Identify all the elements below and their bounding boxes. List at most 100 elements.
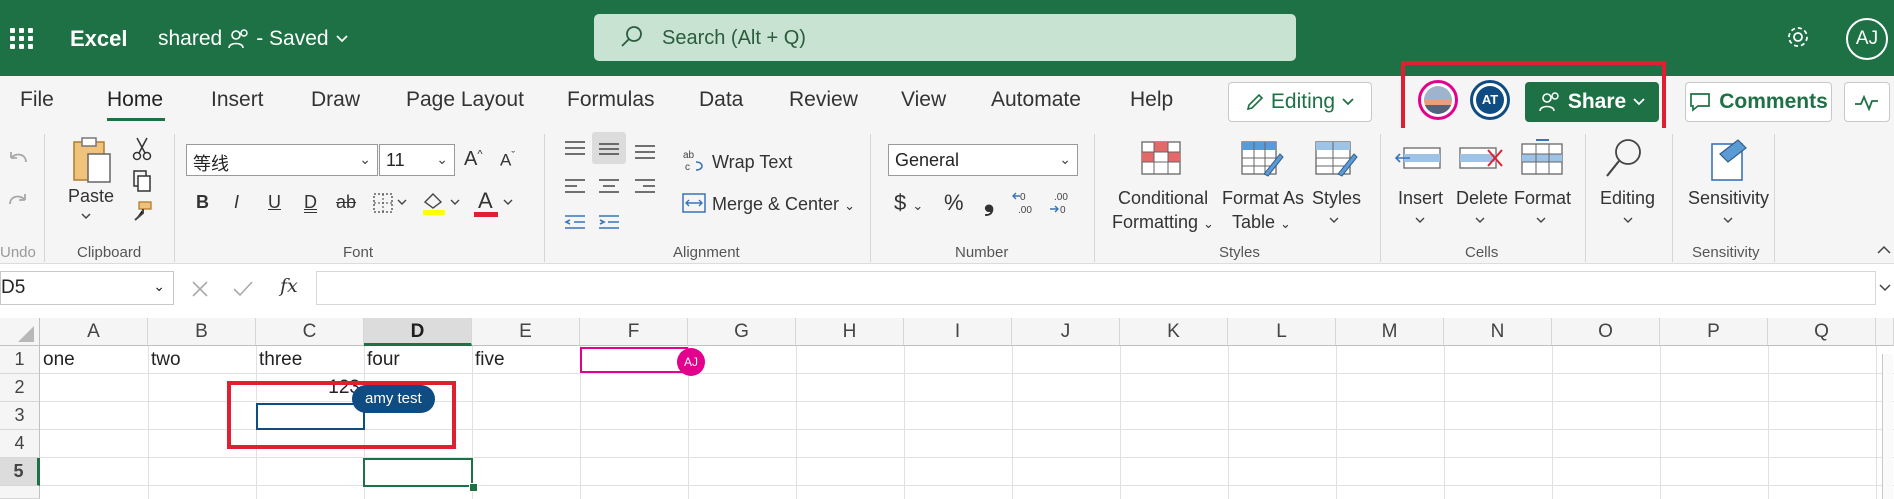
- chevron-down-icon[interactable]: [1474, 216, 1486, 226]
- fill-handle[interactable]: [469, 483, 478, 492]
- redo-icon[interactable]: [6, 190, 30, 214]
- collapse-ribbon-icon[interactable]: [1876, 244, 1892, 256]
- align-bottom-icon[interactable]: [632, 138, 658, 160]
- wrap-text-button[interactable]: Wrap Text: [712, 152, 792, 173]
- tab-formulas[interactable]: Formulas: [567, 88, 655, 112]
- confirm-entry-icon[interactable]: [232, 279, 254, 299]
- tab-file[interactable]: File: [20, 88, 54, 112]
- undo-icon[interactable]: [6, 148, 30, 172]
- name-box[interactable]: D5 ⌄: [0, 271, 174, 305]
- italic-button[interactable]: I: [234, 192, 239, 213]
- format-cells-icon[interactable]: [1520, 138, 1564, 176]
- tab-view[interactable]: View: [901, 88, 946, 112]
- font-size-select[interactable]: 11 ⌄: [379, 144, 455, 176]
- decrease-decimal-icon[interactable]: .000: [1048, 190, 1076, 216]
- tab-data[interactable]: Data: [699, 88, 743, 112]
- formula-input[interactable]: [316, 271, 1876, 305]
- comma-style-button[interactable]: ❟: [984, 186, 994, 218]
- format-cells-button[interactable]: Format: [1514, 188, 1571, 209]
- format-as-table-button[interactable]: Table ⌄: [1232, 212, 1291, 233]
- strikethrough-button[interactable]: ab: [336, 192, 356, 213]
- align-center-icon[interactable]: [596, 176, 622, 198]
- tab-draw[interactable]: Draw: [311, 88, 360, 112]
- account-avatar[interactable]: AJ: [1846, 18, 1888, 60]
- align-left-icon[interactable]: [562, 176, 588, 198]
- font-color-button[interactable]: A: [478, 188, 493, 214]
- row-header[interactable]: 4: [0, 430, 40, 458]
- cell-B1[interactable]: two: [151, 346, 181, 373]
- chevron-down-icon[interactable]: [502, 198, 514, 208]
- tab-insert[interactable]: Insert: [211, 88, 264, 112]
- search-input[interactable]: [660, 22, 1264, 54]
- underline-button[interactable]: U: [268, 192, 281, 213]
- column-header[interactable]: H: [796, 318, 904, 346]
- find-magnifier-icon[interactable]: [1604, 136, 1646, 180]
- editing-mode-button[interactable]: Editing: [1228, 82, 1372, 122]
- column-header[interactable]: E: [472, 318, 580, 346]
- column-header[interactable]: N: [1444, 318, 1552, 346]
- column-header[interactable]: M: [1336, 318, 1444, 346]
- merge-center-button[interactable]: Merge & Center ⌄: [712, 194, 855, 215]
- align-right-icon[interactable]: [632, 176, 658, 198]
- double-underline-button[interactable]: D: [304, 192, 317, 213]
- merge-center-icon[interactable]: [682, 192, 706, 214]
- number-format-select[interactable]: General ⌄: [888, 144, 1078, 176]
- sensitivity-button[interactable]: Sensitivity: [1688, 188, 1769, 209]
- column-header[interactable]: J: [1012, 318, 1120, 346]
- sensitivity-label-icon[interactable]: [1708, 136, 1752, 182]
- cell-A1[interactable]: one: [43, 346, 75, 373]
- paste-clipboard-icon[interactable]: [70, 136, 114, 186]
- conditional-formatting-button[interactable]: Formatting ⌄: [1112, 212, 1214, 233]
- column-header[interactable]: O: [1552, 318, 1660, 346]
- chevron-down-icon[interactable]: [1622, 216, 1634, 226]
- copy-icon[interactable]: [131, 168, 153, 194]
- format-painter-icon[interactable]: [131, 200, 153, 226]
- delete-cells-icon[interactable]: [1458, 142, 1506, 176]
- conditional-formatting-icon[interactable]: [1140, 140, 1182, 176]
- decrease-indent-icon[interactable]: [562, 212, 588, 234]
- increase-font-size-icon[interactable]: A^: [464, 148, 483, 171]
- column-header-selected[interactable]: D: [364, 318, 472, 346]
- settings-gear-icon[interactable]: [1785, 24, 1811, 50]
- chevron-down-icon[interactable]: [1722, 216, 1734, 226]
- column-header[interactable]: A: [40, 318, 148, 346]
- wrap-text-icon[interactable]: abc: [682, 148, 706, 174]
- column-header[interactable]: L: [1228, 318, 1336, 346]
- collaborator-badge-aj[interactable]: AJ: [677, 348, 705, 376]
- percent-button[interactable]: %: [944, 190, 964, 216]
- currency-button[interactable]: $ ⌄: [894, 190, 923, 216]
- vertical-scrollbar[interactable]: [1882, 354, 1893, 499]
- activity-button[interactable]: [1844, 82, 1890, 122]
- insert-function-button[interactable]: fx: [280, 275, 298, 297]
- tab-home[interactable]: Home: [107, 88, 163, 112]
- cell-E1[interactable]: five: [475, 346, 505, 373]
- document-title[interactable]: shared - Saved: [158, 27, 349, 51]
- chevron-down-icon[interactable]: [1414, 216, 1426, 226]
- cell-styles-icon[interactable]: [1314, 140, 1358, 178]
- column-header[interactable]: C: [256, 318, 364, 346]
- insert-cells-icon[interactable]: [1394, 142, 1444, 176]
- column-header[interactable]: F: [580, 318, 688, 346]
- chevron-down-icon[interactable]: [1878, 283, 1892, 293]
- row-header[interactable]: 3: [0, 402, 40, 430]
- column-header[interactable]: B: [148, 318, 256, 346]
- tab-review[interactable]: Review: [789, 88, 858, 112]
- format-as-table-label-1[interactable]: Format As: [1222, 188, 1304, 209]
- fill-color-icon[interactable]: [421, 190, 465, 216]
- chevron-down-icon[interactable]: [1328, 216, 1340, 226]
- column-header[interactable]: I: [904, 318, 1012, 346]
- tab-page-layout[interactable]: Page Layout: [406, 88, 524, 112]
- increase-decimal-icon[interactable]: 0.00: [1012, 190, 1040, 216]
- delete-cells-button[interactable]: Delete: [1456, 188, 1508, 209]
- cancel-entry-icon[interactable]: [190, 279, 210, 299]
- bold-button[interactable]: B: [196, 192, 209, 213]
- column-header[interactable]: G: [688, 318, 796, 346]
- select-all-corner[interactable]: [0, 318, 40, 346]
- decrease-font-size-icon[interactable]: Aˇ: [500, 150, 515, 171]
- conditional-formatting-label-1[interactable]: Conditional: [1118, 188, 1208, 209]
- borders-icon[interactable]: [372, 192, 410, 214]
- cell-D1[interactable]: four: [367, 346, 400, 373]
- active-cell-selection[interactable]: [363, 458, 473, 487]
- tab-help[interactable]: Help: [1130, 88, 1173, 112]
- app-name[interactable]: Excel: [70, 26, 128, 52]
